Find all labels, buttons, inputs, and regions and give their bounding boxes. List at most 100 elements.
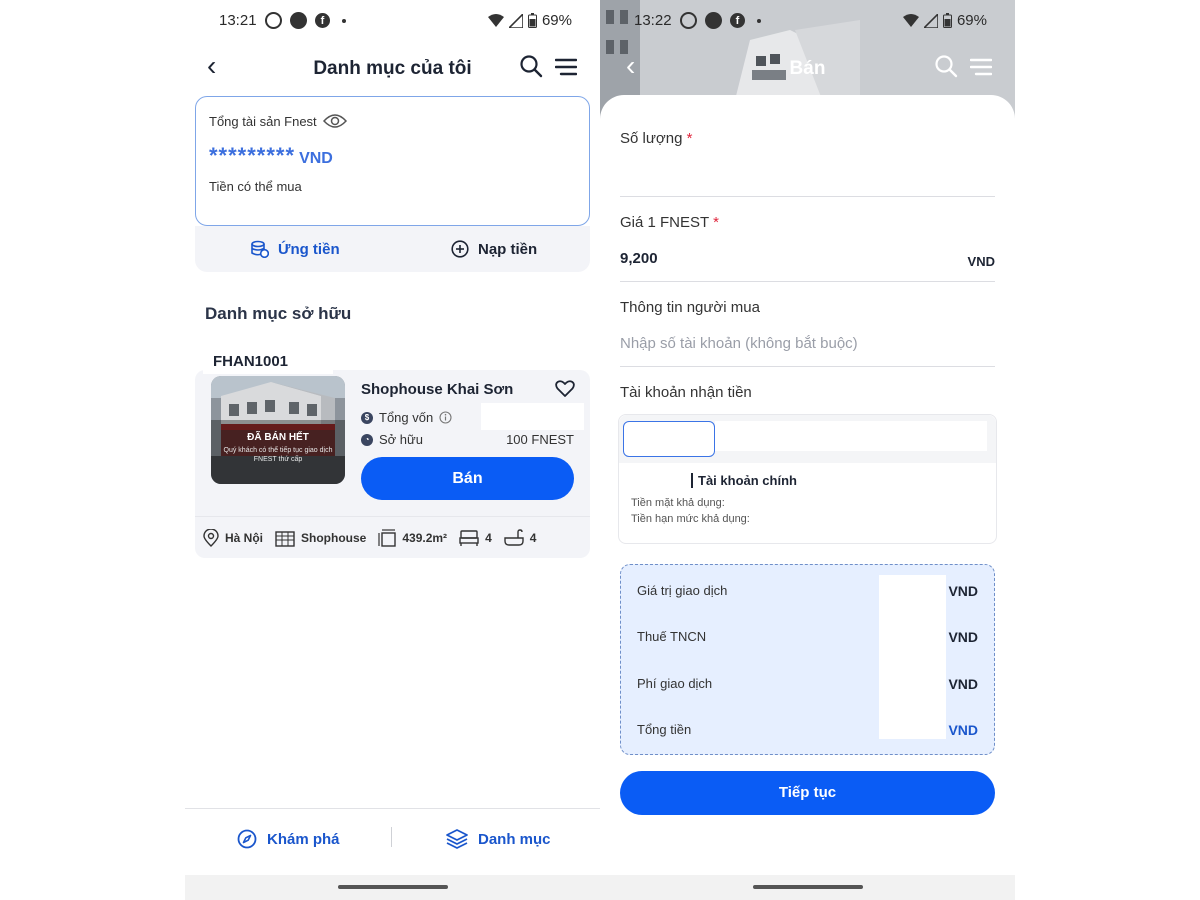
record-notification-icon [290, 12, 307, 29]
search-icon[interactable] [934, 54, 958, 78]
required-mark: * [713, 214, 719, 231]
required-mark: * [686, 130, 693, 147]
cash-available-label: Tiền mặt khả dụng: [631, 497, 725, 509]
continue-button[interactable]: Tiếp tục [620, 771, 995, 815]
status-time: 13:21 [219, 12, 257, 29]
nav-portfolio-label: Danh mục [478, 830, 551, 848]
bedroom-count: 4 [485, 531, 492, 545]
masked-balance: ********* VND [209, 143, 333, 169]
bathtub-icon [504, 529, 524, 546]
owned-value: 100 FNEST [506, 432, 574, 447]
summary-row: Giá trị giao dịch VND [637, 583, 978, 603]
bathroom-item: 4 [504, 529, 537, 547]
dollar-icon: $ [361, 411, 373, 424]
menu-icon[interactable] [555, 58, 577, 76]
location-text: Hà Nội [225, 531, 264, 545]
battery-icon [527, 13, 537, 28]
search-icon[interactable] [519, 54, 543, 78]
summary-label: Phí giao dịch [637, 676, 713, 691]
price-input[interactable]: 9,200 [620, 250, 658, 267]
asset-thumbnail: ĐÃ BÁN HẾT Quý khách có thể tiếp tục gia… [211, 376, 345, 484]
sell-button[interactable]: Bán [361, 457, 574, 500]
owned-portfolio-title: Danh mục sở hữu [205, 304, 352, 323]
signal-icon [508, 13, 523, 28]
credit-available-label: Tiền hạn mức khả dụng: [631, 513, 750, 525]
bathroom-count: 4 [529, 531, 537, 545]
gesture-handle[interactable] [338, 885, 448, 889]
balance-value: ********* [209, 143, 296, 168]
asset-meta: Hà Nội Shophouse 439.2m² 4 4 [195, 516, 590, 559]
quantity-label: Số lượng * [620, 130, 692, 147]
gesture-bar [185, 875, 600, 900]
more-notifications-icon [342, 18, 346, 23]
status-bar: 13:22 f 69% [600, 0, 1015, 40]
type-item: Shophouse [275, 529, 366, 547]
account-tab-selected[interactable] [623, 421, 715, 457]
price-underline [620, 281, 995, 282]
sold-out-note: Quý khách có thể tiếp tục giao dịch FNES… [223, 447, 333, 463]
status-time: 13:22 [634, 12, 672, 29]
price-label: Giá 1 FNEST * [620, 214, 719, 231]
nav-divider [391, 827, 392, 847]
receive-account-label: Tài khoản nhận tiền [620, 384, 752, 401]
quantity-input[interactable] [620, 155, 995, 195]
summary-label: Tổng tiền [637, 722, 692, 737]
record-notification-icon [705, 12, 722, 29]
available-label: Tiền có thể mua [209, 179, 302, 194]
menu-icon[interactable] [970, 58, 992, 76]
summary-row: Tổng tiền VND [637, 722, 978, 742]
owned-label: Sở hữu [379, 432, 423, 447]
app-notification-icon [265, 12, 282, 29]
building-icon [275, 531, 295, 547]
info-icon[interactable] [439, 411, 452, 424]
battery-level: 69% [541, 12, 572, 29]
asset-name: Shophouse Khai Sơn [361, 381, 514, 398]
gesture-handle[interactable] [753, 885, 863, 889]
more-notifications-icon [757, 18, 761, 23]
deposit-button[interactable]: Nạp tiền [451, 240, 537, 258]
system-icons: 69% [902, 12, 987, 29]
summary-unit: VND [948, 629, 978, 645]
asset-card[interactable]: ĐÃ BÁN HẾT Quý khách có thể tiếp tục gia… [195, 370, 590, 558]
price-unit: VND [967, 254, 995, 269]
eye-icon[interactable] [322, 113, 347, 129]
status-bar: 13:21 f 69% [185, 0, 600, 40]
summary-unit: VND [948, 722, 978, 738]
notification-icons: f [265, 12, 346, 29]
battery-level: 69% [956, 12, 987, 29]
buyer-label: Thông tin người mua [620, 299, 760, 316]
advance-label: Ứng tiền [278, 240, 340, 258]
summary-row: Thuế TNCN VND [637, 629, 978, 649]
app-notification-icon [680, 12, 697, 29]
summary-label: Thuế TNCN [637, 629, 707, 644]
app-header: ‹ Danh mục của tôi [185, 48, 600, 88]
advance-button[interactable]: Ứng tiền [251, 240, 340, 258]
compass-icon [237, 829, 257, 849]
quantity-underline [620, 196, 995, 197]
main-account-label: Tài khoản chính [691, 473, 797, 488]
signal-icon [923, 13, 938, 28]
layers-icon [446, 829, 468, 849]
owned-row: ◔ Sở hữu [361, 432, 423, 447]
price-label-text: Giá 1 FNEST [620, 214, 709, 231]
battery-icon [942, 13, 952, 28]
capital-row: $ Tổng vốn [361, 410, 452, 425]
summary-unit: VND [948, 676, 978, 692]
balance-card: Tổng tài sản Fnest ********* VND Tiền có … [195, 96, 590, 226]
heart-icon[interactable] [555, 380, 575, 398]
facebook-icon: f [315, 13, 330, 28]
portfolio-screen: 13:21 f 69% ‹ Danh mục của tôi Tổng tài … [185, 0, 600, 900]
bed-icon [459, 530, 479, 546]
wifi-icon [902, 13, 919, 27]
balance-actions: Ứng tiền Nạp tiền [195, 226, 590, 272]
nav-explore[interactable]: Khám phá [237, 829, 340, 849]
wifi-icon [487, 13, 504, 27]
total-assets-label: Tổng tài sản Fnest [209, 113, 317, 129]
asset-code: FHAN1001 [203, 350, 333, 374]
buyer-account-input[interactable]: Nhập số tài khoản (không bắt buộc) [620, 335, 858, 352]
pie-icon: ◔ [361, 433, 373, 446]
receive-account-card[interactable]: Tài khoản chính Tiền mặt khả dụng: Tiền … [618, 414, 997, 544]
building-image [211, 376, 345, 484]
nav-portfolio[interactable]: Danh mục [446, 829, 551, 849]
type-text: Shophouse [301, 531, 367, 545]
